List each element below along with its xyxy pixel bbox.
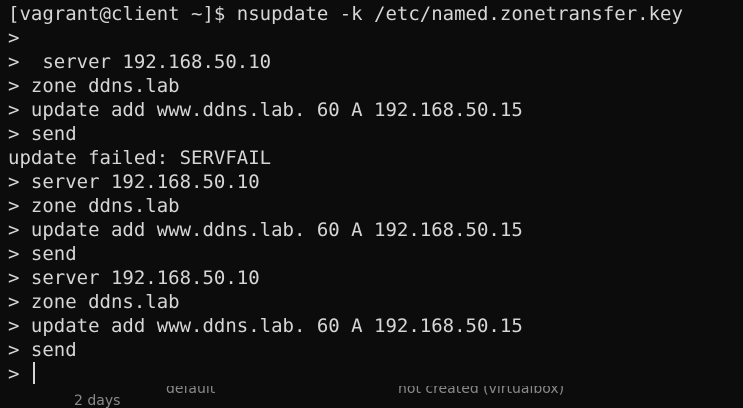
terminal-line: > update add www.ddns.lab. 60 A 192.168.… [8,219,523,241]
terminal-line: > server 192.168.50.10 [8,267,260,289]
terminal-window[interactable]: 2 days default not created (virtualbox) … [0,0,743,408]
background-text-status: not created (virtualbox) [398,386,565,397]
terminal-input-line[interactable]: > [8,362,738,386]
terminal-line: > update add www.ddns.lab. 60 A 192.168.… [8,315,523,337]
terminal-line: > update add www.ddns.lab. 60 A 192.168.… [8,99,523,121]
terminal-line: > send [8,123,77,145]
terminal-output: [vagrant@client ~]$ nsupdate -k /etc/nam… [8,2,738,386]
terminal-line: > server 192.168.50.10 [8,171,260,193]
terminal-line: > send [8,243,77,265]
text-cursor [32,362,35,384]
terminal-line: > [8,27,20,49]
terminal-line: update failed: SERVFAIL [8,147,272,169]
terminal-line: > send [8,339,77,361]
background-window-peek: 2 days default not created (virtualbox) [0,386,743,408]
terminal-line: > server 192.168.50.10 [8,51,272,73]
background-text-name: default [166,386,216,397]
terminal-line: > zone ddns.lab [8,75,180,97]
input-prompt: > [8,363,31,385]
terminal-line: > zone ddns.lab [8,291,180,313]
background-text-age: 2 days [74,393,121,408]
terminal-line: [vagrant@client ~]$ nsupdate -k /etc/nam… [8,3,683,25]
terminal-line: > zone ddns.lab [8,195,180,217]
